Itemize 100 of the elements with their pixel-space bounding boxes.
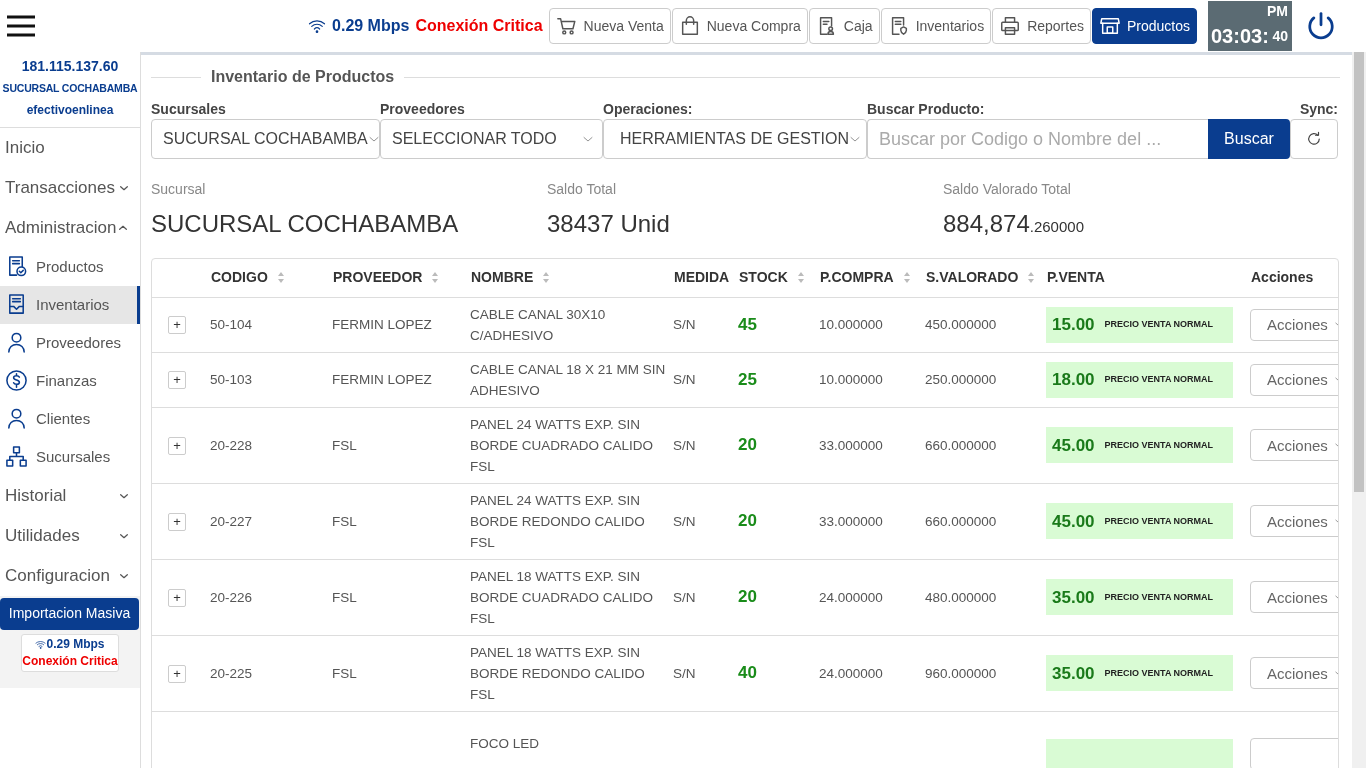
- sidebar-item[interactable]: Finanzas: [0, 361, 140, 400]
- sidebar-item[interactable]: Proveedores: [0, 323, 140, 362]
- sidebar-section[interactable]: Transacciones: [0, 167, 140, 208]
- printer-icon: [999, 15, 1022, 37]
- price-value: 15.00: [1052, 314, 1095, 335]
- sidebar-section[interactable]: Configuracion: [0, 555, 140, 596]
- field-label: Sucursales: [151, 100, 227, 119]
- sidebar-item[interactable]: Clientes: [0, 399, 140, 438]
- search-field[interactable]: Buscar por Codigo o Nombre del ...: [867, 119, 1208, 159]
- column-header[interactable]: PROVEEDOR: [333, 267, 423, 289]
- sidebar-section[interactable]: Utilidades: [0, 515, 140, 556]
- field-label: Sync:: [1298, 100, 1338, 119]
- table-cell: 10.000000: [819, 317, 883, 332]
- expand-button[interactable]: +: [168, 664, 186, 683]
- stock-value: 40: [738, 663, 757, 682]
- actions-dropdown[interactable]: Acciones: [1250, 363, 1338, 396]
- table-cell-text: PANEL 24 WATTS EXP. SIN BORDE CUADRADO CALIDO FSL: [470, 415, 655, 476]
- nav-button[interactable]: Inventarios: [880, 8, 992, 44]
- expand-button[interactable]: +: [168, 316, 186, 334]
- table-cell: 480.000000: [925, 589, 997, 605]
- cart-icon: [555, 15, 578, 37]
- dropdown[interactable]: HERRAMIENTAS DE GESTION: [603, 119, 867, 159]
- price-type: PRECIO VENTA NORMAL: [1104, 666, 1214, 680]
- table-cell: 50-104: [210, 317, 253, 332]
- price-type: PRECIO VENTA NORMAL: [1104, 373, 1214, 386]
- person-icon: [5, 331, 28, 355]
- table-cell: FSL: [332, 665, 357, 681]
- column-header: MEDIDA: [674, 268, 730, 288]
- table-cell-text: PANEL 24 WATTS EXP. SIN BORDE REDONDO CALIDO FSL: [470, 491, 646, 552]
- table-cell: 660.000000: [925, 437, 997, 453]
- table-cell: FSL: [332, 437, 357, 453]
- table-cell: FSL: [332, 589, 357, 605]
- table-cell: S/N: [673, 317, 696, 332]
- actions-dropdown[interactable]: Acciones: [1250, 657, 1338, 689]
- table-cell: 450.000000: [925, 317, 997, 332]
- column-header[interactable]: STOCK: [739, 267, 788, 289]
- summary-label: Saldo Total: [547, 180, 617, 199]
- stock-value: 20: [738, 435, 757, 454]
- column-header[interactable]: S.VALORADO: [926, 267, 1019, 289]
- sidebar-section[interactable]: Historial: [0, 475, 140, 516]
- ip-address: 181.115.137.60: [20, 57, 120, 76]
- sidebar-section[interactable]: Administracion: [0, 207, 140, 248]
- nav-button[interactable]: Reportes: [992, 8, 1091, 44]
- import-button[interactable]: Importacion Masiva: [0, 597, 139, 630]
- expand-button[interactable]: +: [168, 588, 186, 607]
- actions-dropdown[interactable]: Acciones: [1250, 308, 1338, 341]
- actions-dropdown[interactable]: [1250, 737, 1338, 768]
- nav-button[interactable]: Nueva Venta: [548, 8, 671, 44]
- sync-button[interactable]: [1290, 119, 1338, 159]
- actions-dropdown[interactable]: Acciones: [1250, 429, 1338, 461]
- sidebar-item[interactable]: Inicio: [0, 127, 140, 168]
- field-label: Operaciones:: [603, 100, 694, 119]
- column-header[interactable]: P.COMPRA: [820, 267, 894, 289]
- dropdown[interactable]: SUCURSAL COCHABAMBA: [151, 119, 380, 159]
- nav-button[interactable]: Nueva Compra: [671, 8, 808, 44]
- nav-button[interactable]: Caja: [808, 8, 880, 44]
- table-cell: 250.000000: [925, 372, 997, 387]
- scrollbar[interactable]: [1352, 52, 1366, 768]
- column-header: P.VENTA: [1047, 268, 1105, 288]
- summary-label: Sucursal: [151, 180, 207, 199]
- table-cell: 20-226: [210, 589, 253, 605]
- sidebar-item[interactable]: Sucursales: [0, 437, 140, 476]
- nav-button[interactable]: Productos: [1091, 8, 1197, 44]
- table-cell-text: PANEL 18 WATTS EXP. SIN BORDE REDONDO CALIDO FSL: [470, 643, 646, 704]
- wifi-icon: [35, 638, 47, 650]
- price-value: 45.00: [1052, 510, 1095, 532]
- branch-name: SUCURSAL COCHABAMBA: [1, 81, 139, 96]
- menu-icon[interactable]: [6, 13, 36, 39]
- expand-button[interactable]: +: [168, 512, 186, 531]
- table-cell: FERMIN LOPEZ: [332, 372, 432, 387]
- table-cell: 660.000000: [925, 513, 997, 529]
- summary-value: 38437 Unid: [547, 209, 671, 239]
- dropdown[interactable]: SELECCIONAR TODO: [380, 119, 603, 159]
- column-header: Acciones: [1251, 268, 1314, 288]
- table-cell: 33.000000: [819, 437, 883, 453]
- section-title: Inventario de Productos: [211, 67, 395, 87]
- table-cell: FSL: [332, 513, 357, 529]
- table-cell-text: FOCO LED: [470, 735, 540, 753]
- field-label: Proveedores: [380, 100, 466, 119]
- actions-dropdown[interactable]: Acciones: [1250, 581, 1338, 613]
- field-label: Buscar Producto:: [867, 100, 986, 119]
- search-button[interactable]: Buscar: [1208, 119, 1290, 159]
- price-value: 35.00: [1052, 586, 1095, 608]
- table-cell-text: CABLE CANAL 30X10 C/ADHESIVO: [470, 305, 607, 345]
- expand-button[interactable]: +: [168, 371, 186, 389]
- price-value: 18.00: [1052, 369, 1095, 390]
- sidebar-item[interactable]: Inventarios: [0, 285, 140, 324]
- connection-speed: 0.29 Mbps: [46, 635, 105, 653]
- table-cell: S/N: [673, 372, 696, 387]
- wifi-icon: [308, 17, 327, 35]
- power-icon[interactable]: [1306, 11, 1336, 41]
- table-cell: 20-228: [210, 437, 253, 453]
- table-cell: S/N: [673, 437, 696, 453]
- actions-dropdown[interactable]: Acciones: [1250, 505, 1338, 537]
- column-header[interactable]: NOMBRE: [471, 267, 534, 289]
- expand-button[interactable]: +: [168, 436, 186, 455]
- sidebar-item[interactable]: Productos: [0, 247, 140, 286]
- table-cell-text: CABLE CANAL 18 X 21 MM SIN ADHESIVO: [470, 360, 666, 400]
- column-header[interactable]: CODIGO: [211, 267, 268, 289]
- stock-value: 25: [738, 369, 757, 389]
